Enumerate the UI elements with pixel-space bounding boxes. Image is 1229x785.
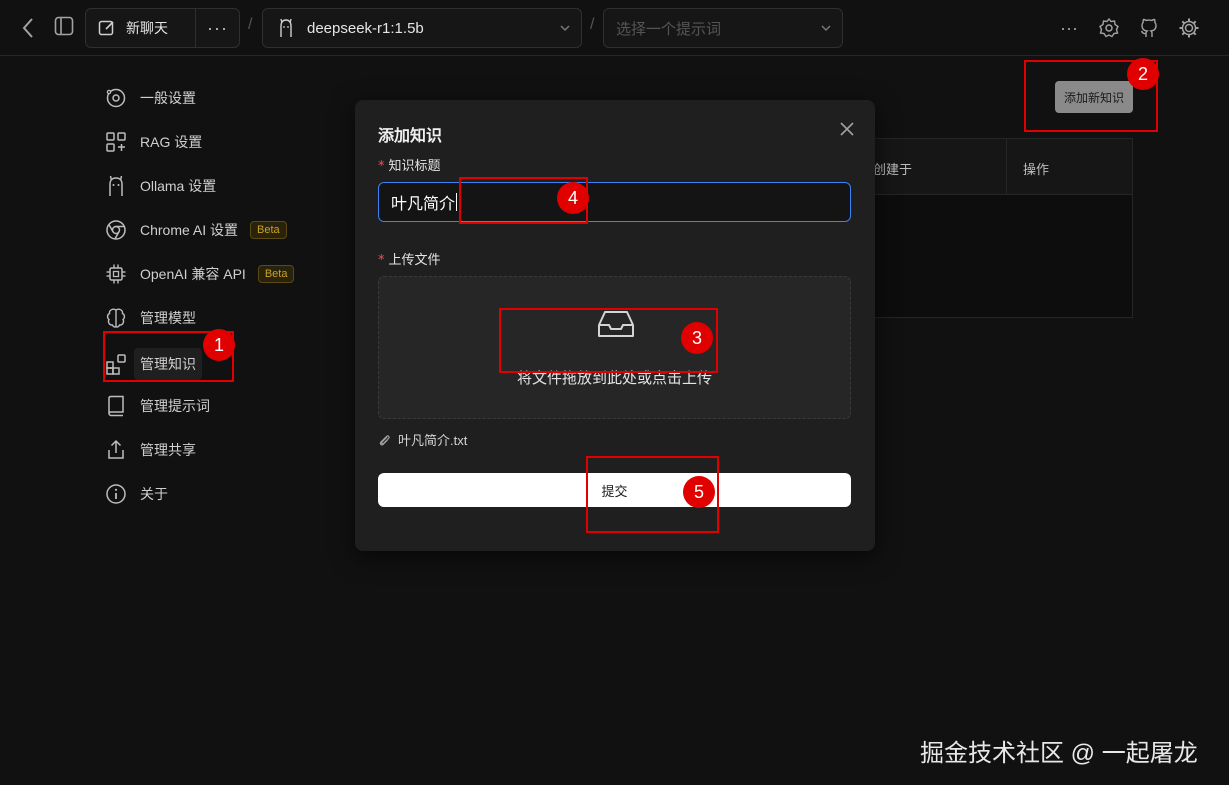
table-header: 创建于 操作 — [861, 139, 1132, 195]
settings-cog-icon[interactable] — [1097, 16, 1121, 40]
beta-badge: Beta — [257, 265, 295, 283]
uploaded-file[interactable]: 叶凡简介.txt — [378, 430, 467, 449]
annotation-number-3: 3 — [681, 322, 713, 354]
paperclip-icon — [378, 433, 390, 447]
title-field-label: * 知识标题 — [378, 155, 441, 174]
title-field-label-text: 知识标题 — [388, 158, 441, 173]
sidebar-item-label: Ollama 设置 — [140, 178, 217, 194]
more-icon[interactable]: ··· — [1057, 16, 1081, 40]
annotation-number-5: 5 — [683, 476, 715, 508]
ollama-icon — [104, 174, 128, 198]
info-icon — [104, 482, 128, 506]
sidebar-item-label: OpenAI 兼容 API — [140, 266, 246, 282]
sidebar-item-prompts[interactable]: 管理提示词 — [100, 388, 210, 424]
sidebar-item-label: 管理模型 — [140, 310, 196, 326]
prompt-select[interactable]: 选择一个提示词 — [603, 8, 843, 48]
beta-badge: Beta — [250, 221, 287, 239]
sidebar-item-ollama[interactable]: Ollama 设置 — [100, 168, 216, 204]
upload-field-label: * 上传文件 — [378, 249, 441, 268]
column-created: 创建于 — [861, 139, 1007, 194]
chip-icon — [104, 262, 128, 286]
knowledge-title-value: 叶凡简介 — [391, 196, 456, 213]
general-settings-icon — [104, 86, 128, 110]
annotation-number-4: 4 — [557, 182, 589, 214]
sidebar-item-label: 一般设置 — [140, 90, 196, 106]
chevron-down-icon — [559, 21, 571, 39]
separator: / — [590, 16, 595, 33]
modal-title: 添加知识 — [378, 128, 443, 145]
github-icon[interactable] — [1137, 16, 1161, 40]
chrome-icon — [104, 218, 128, 242]
upload-label-text: 上传文件 — [388, 252, 441, 267]
close-icon[interactable] — [837, 119, 857, 139]
sidebar-item-label: RAG 设置 — [140, 134, 203, 150]
new-chat-group: 新聊天 ··· — [85, 8, 240, 48]
required-mark: * — [378, 159, 385, 174]
separator: / — [248, 16, 253, 33]
model-name: deepseek-r1:1.5b — [307, 19, 424, 37]
column-actions: 操作 — [1023, 162, 1050, 177]
new-chat-button[interactable]: 新聊天 — [86, 9, 196, 47]
share-icon — [104, 438, 128, 462]
sidebar-item-share[interactable]: 管理共享 — [100, 432, 196, 468]
knowledge-table: 创建于 操作 — [860, 138, 1133, 318]
sidebar-item-chrome-ai[interactable]: Chrome AI 设置 Beta — [100, 212, 287, 248]
sidebar-item-openai-api[interactable]: OpenAI 兼容 API Beta — [100, 256, 295, 292]
sidebar-item-label: 关于 — [140, 486, 168, 502]
text-caret — [456, 193, 458, 211]
book-icon — [104, 394, 128, 418]
back-icon[interactable] — [16, 16, 40, 40]
watermark: 掘金技术社区 @ 一起屠龙 — [920, 740, 1198, 767]
edit-icon — [98, 19, 116, 37]
sidebar-toggle-icon[interactable] — [52, 14, 76, 38]
top-bar: 新聊天 ··· / deepseek-r1:1.5b / 选择一个提示词 ··· — [0, 0, 1229, 56]
chevron-down-icon — [820, 21, 832, 39]
sidebar-item-general[interactable]: 一般设置 — [100, 80, 196, 116]
model-select[interactable]: deepseek-r1:1.5b — [262, 8, 582, 48]
annotation-number-2: 2 — [1127, 58, 1159, 90]
rag-icon — [104, 130, 128, 154]
sidebar-item-label: 管理共享 — [140, 442, 196, 458]
sidebar-item-label: 管理提示词 — [140, 398, 210, 414]
annotation-number-1: 1 — [203, 329, 235, 361]
knowledge-title-input[interactable]: 叶凡简介 — [378, 182, 851, 222]
sidebar-item-label: Chrome AI 设置 — [140, 222, 239, 238]
sidebar-item-about[interactable]: 关于 — [100, 476, 168, 512]
llama-icon — [277, 18, 295, 38]
sidebar-item-rag[interactable]: RAG 设置 — [100, 124, 202, 160]
more-options-icon[interactable]: ··· — [196, 18, 239, 39]
file-name: 叶凡简介.txt — [398, 433, 468, 448]
gear-icon[interactable] — [1177, 16, 1201, 40]
required-mark: * — [378, 253, 385, 268]
prompt-placeholder: 选择一个提示词 — [616, 20, 722, 38]
brain-icon — [104, 306, 128, 330]
new-chat-label: 新聊天 — [126, 20, 168, 36]
